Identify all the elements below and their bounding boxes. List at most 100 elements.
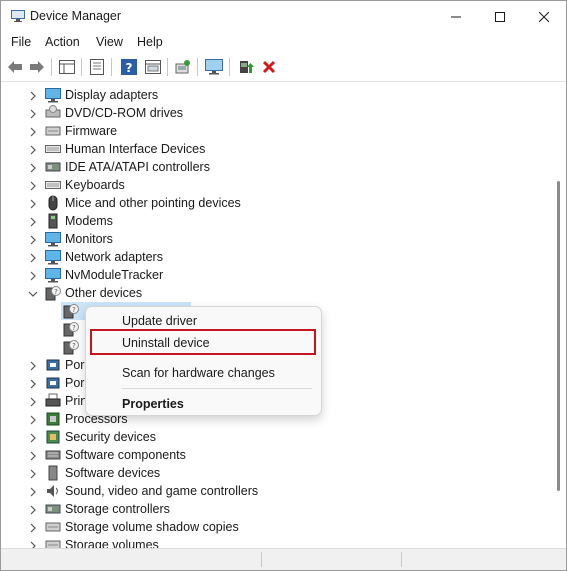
context-item-label: Properties bbox=[122, 397, 184, 411]
svg-text:?: ? bbox=[72, 324, 76, 332]
window-title: Device Manager bbox=[30, 9, 122, 23]
keyboard-icon bbox=[45, 177, 61, 193]
svg-text:?: ? bbox=[72, 342, 76, 350]
port-icon bbox=[45, 375, 61, 391]
tree-node-label: Por bbox=[65, 358, 85, 372]
tree-node[interactable]: Software devices bbox=[2, 464, 542, 482]
chevron-right-icon[interactable] bbox=[28, 180, 38, 191]
tree-node-label: Modems bbox=[65, 214, 113, 228]
storage-shadow-icon bbox=[45, 519, 61, 535]
monitor-icon[interactable] bbox=[204, 57, 224, 77]
security-device-icon bbox=[45, 429, 61, 445]
forward-arrow-icon[interactable] bbox=[27, 57, 47, 77]
device-view-icon[interactable] bbox=[143, 57, 163, 77]
uninstall-device-icon[interactable] bbox=[259, 57, 279, 77]
tree-node[interactable]: Storage volume shadow copies bbox=[2, 518, 542, 536]
software-component-icon bbox=[45, 447, 61, 463]
chevron-right-icon[interactable] bbox=[28, 414, 38, 425]
maximize-button[interactable] bbox=[478, 1, 522, 32]
update-driver-icon[interactable] bbox=[236, 57, 256, 77]
chevron-right-icon[interactable] bbox=[28, 468, 38, 479]
vertical-scrollbar[interactable] bbox=[553, 83, 566, 548]
chevron-right-icon[interactable] bbox=[28, 522, 38, 533]
chevron-down-icon[interactable] bbox=[28, 288, 38, 298]
hid-icon bbox=[45, 141, 61, 157]
properties-pane-icon[interactable] bbox=[57, 57, 77, 77]
storage-controller-icon bbox=[45, 501, 61, 517]
tree-node[interactable]: Human Interface Devices bbox=[2, 140, 542, 158]
tree-node-label: Prin bbox=[65, 394, 88, 408]
chevron-right-icon[interactable] bbox=[28, 270, 38, 281]
menu-file[interactable]: File bbox=[11, 35, 31, 49]
context-scan-hardware[interactable]: Scan for hardware changes bbox=[86, 361, 321, 385]
tree-node[interactable]: Storage controllers bbox=[2, 500, 542, 518]
chevron-right-icon[interactable] bbox=[28, 360, 38, 371]
tree-node-label: Mice and other pointing devices bbox=[65, 196, 241, 210]
minimize-button[interactable] bbox=[434, 1, 478, 32]
software-device-icon bbox=[45, 465, 61, 481]
tree-node[interactable]: Sound, video and game controllers bbox=[2, 482, 542, 500]
chevron-right-icon[interactable] bbox=[28, 486, 38, 497]
menu-help[interactable]: Help bbox=[137, 35, 163, 49]
tree-node[interactable]: Storage volumes bbox=[2, 536, 542, 548]
tree-node[interactable]: Firmware bbox=[2, 122, 542, 140]
scrollbar-thumb[interactable] bbox=[557, 181, 560, 491]
tree-node[interactable]: NvModuleTracker bbox=[2, 266, 542, 284]
tree-node-label: Software devices bbox=[65, 466, 161, 480]
network-adapter-icon bbox=[45, 249, 61, 265]
chevron-right-icon[interactable] bbox=[28, 126, 38, 137]
chevron-right-icon[interactable] bbox=[28, 450, 38, 461]
context-separator bbox=[122, 388, 312, 389]
tree-node-label: Storage controllers bbox=[65, 502, 170, 516]
tree-node-label: Security devices bbox=[65, 430, 157, 444]
tree-node[interactable]: DVD/CD-ROM drives bbox=[2, 104, 542, 122]
tree-node[interactable]: Software components bbox=[2, 446, 542, 464]
svg-text:?: ? bbox=[54, 288, 58, 296]
context-properties[interactable]: Properties bbox=[86, 392, 321, 416]
tree-node-label: Other devices bbox=[65, 286, 143, 300]
chevron-right-icon[interactable] bbox=[28, 90, 38, 101]
help-icon[interactable]: ? bbox=[119, 57, 139, 77]
tree-node[interactable]: Modems bbox=[2, 212, 542, 230]
chevron-right-icon[interactable] bbox=[28, 378, 38, 389]
toolbar-separator bbox=[197, 58, 198, 76]
toolbar-separator bbox=[51, 58, 52, 76]
toolbar-separator bbox=[229, 58, 230, 76]
tree-node[interactable]: ? Other devices bbox=[2, 284, 542, 302]
tree-node[interactable]: Monitors bbox=[2, 230, 542, 248]
menu-view[interactable]: View bbox=[96, 35, 123, 49]
chevron-right-icon[interactable] bbox=[28, 504, 38, 515]
tree-node[interactable]: Mice and other pointing devices bbox=[2, 194, 542, 212]
back-arrow-icon[interactable] bbox=[5, 57, 25, 77]
tree-node-label: DVD/CD-ROM drives bbox=[65, 106, 184, 120]
modem-icon bbox=[45, 213, 61, 229]
chevron-right-icon[interactable] bbox=[28, 198, 38, 209]
tree-node[interactable]: Keyboards bbox=[2, 176, 542, 194]
unknown-device-icon: ? bbox=[45, 285, 61, 301]
chevron-right-icon[interactable] bbox=[28, 252, 38, 263]
chevron-right-icon[interactable] bbox=[28, 396, 38, 407]
tree-node[interactable]: Network adapters bbox=[2, 248, 542, 266]
tree-node[interactable]: Display adapters bbox=[2, 86, 542, 104]
chevron-right-icon[interactable] bbox=[28, 540, 38, 548]
chevron-right-icon[interactable] bbox=[28, 216, 38, 227]
tree-node-label: Network adapters bbox=[65, 250, 163, 264]
tree-node-label: Display adapters bbox=[65, 88, 159, 102]
chevron-right-icon[interactable] bbox=[28, 162, 38, 173]
device-manager-window: Device Manager File Action View Help ? D… bbox=[0, 0, 567, 571]
tree-node[interactable]: IDE ATA/ATAPI controllers bbox=[2, 158, 542, 176]
list-view-icon[interactable] bbox=[87, 57, 107, 77]
tree-node-label: Human Interface Devices bbox=[65, 142, 206, 156]
chevron-right-icon[interactable] bbox=[28, 108, 38, 119]
monitor-icon bbox=[45, 231, 61, 247]
scan-hardware-icon[interactable] bbox=[173, 57, 193, 77]
mouse-icon bbox=[45, 195, 61, 211]
chevron-right-icon[interactable] bbox=[28, 234, 38, 245]
tree-node[interactable]: Security devices bbox=[2, 428, 542, 446]
toolbar: ? bbox=[1, 53, 566, 82]
chevron-right-icon[interactable] bbox=[28, 144, 38, 155]
menu-action[interactable]: Action bbox=[45, 35, 80, 49]
close-button[interactable] bbox=[522, 1, 566, 32]
chevron-right-icon[interactable] bbox=[28, 432, 38, 443]
toolbar-separator bbox=[167, 58, 168, 76]
